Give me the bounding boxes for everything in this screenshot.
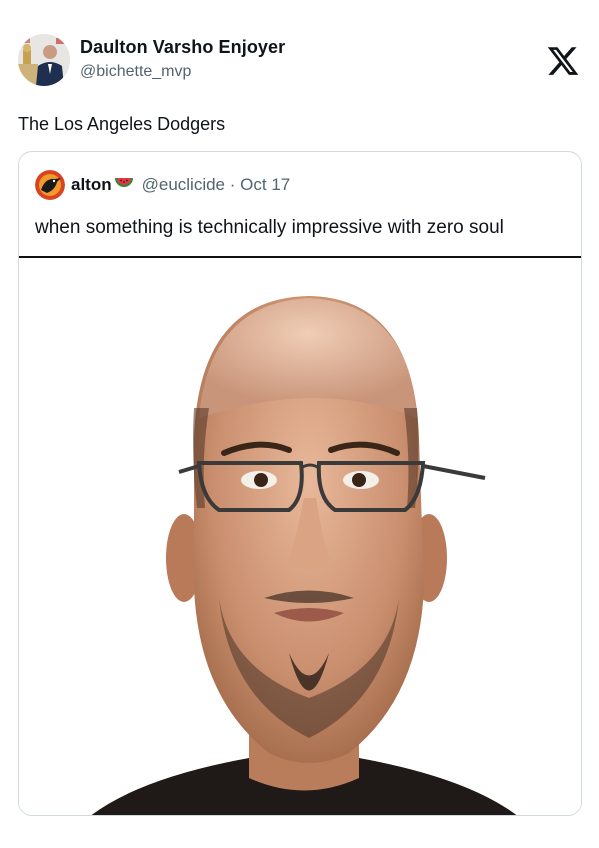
portrait-photo xyxy=(19,258,581,815)
author-names: Daulton Varsho Enjoyer @bichette_mvp xyxy=(80,36,285,83)
meta-separator: · xyxy=(229,175,236,194)
quoted-tweet-date[interactable]: Oct 17 xyxy=(240,175,290,194)
tweet-text: The Los Angeles Dodgers xyxy=(18,114,226,134)
profile-photo-avatar-icon xyxy=(18,34,70,86)
quoted-author-handle[interactable]: @euclicide xyxy=(142,175,225,194)
author-display-name[interactable]: Daulton Varsho Enjoyer xyxy=(80,36,285,58)
bird-avatar-icon xyxy=(35,170,65,200)
tweet-header: Daulton Varsho Enjoyer @bichette_mvp xyxy=(18,32,584,92)
quoted-author-avatar[interactable] xyxy=(35,170,65,200)
author-handle[interactable]: @bichette_mvp xyxy=(80,61,285,83)
quoted-tweet-text: when something is technically impressive… xyxy=(35,217,504,238)
quoted-author-name[interactable]: alton xyxy=(71,175,112,194)
quoted-tweet-card[interactable]: alton @euclicide · Oct 17 when something … xyxy=(18,151,582,816)
quoted-meta-line: alton @euclicide · Oct 17 xyxy=(71,175,290,197)
author-avatar[interactable] xyxy=(18,34,70,86)
x-logo-icon[interactable] xyxy=(546,44,580,78)
watermelon-icon xyxy=(114,176,134,197)
quoted-tweet-media[interactable] xyxy=(19,258,581,815)
quoted-tweet-header: alton @euclicide · Oct 17 xyxy=(35,170,575,200)
